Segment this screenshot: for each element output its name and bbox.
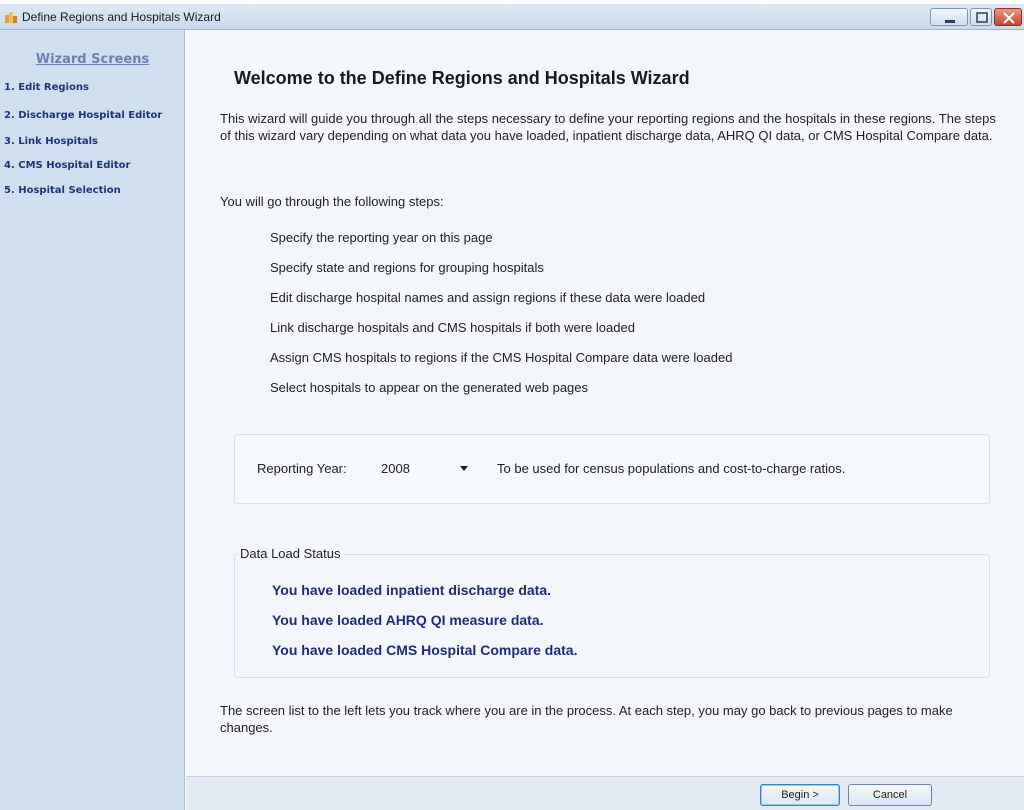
step-item: Assign CMS hospitals to regions if the C… — [270, 350, 733, 365]
sidebar-heading[interactable]: Wizard Screens — [0, 52, 185, 67]
minimize-button[interactable] — [930, 8, 968, 26]
footer-note: The screen list to the left lets you tra… — [220, 703, 953, 735]
reporting-year-panel: Reporting Year: 2008 To be used for cens… — [234, 434, 990, 504]
window-title: Define Regions and Hospitals Wizard — [22, 10, 221, 24]
app-icon — [4, 10, 18, 24]
button-bar: Begin > Cancel — [186, 776, 1024, 810]
reporting-year-select[interactable]: 2008 — [375, 455, 477, 481]
begin-button[interactable]: Begin > — [760, 784, 840, 806]
data-load-status-group: Data Load Status You have loaded inpatie… — [234, 546, 990, 678]
wizard-content: Welcome to the Define Regions and Hospit… — [186, 30, 1024, 776]
steps-intro: You will go through the following steps: — [220, 194, 444, 209]
reporting-year-value: 2008 — [381, 461, 410, 476]
intro-text: This wizard will guide you through all t… — [220, 111, 996, 143]
step-item: Edit discharge hospital names and assign… — [270, 290, 706, 305]
sidebar-item-hospital-selection[interactable]: 5. Hospital Selection — [4, 185, 182, 196]
close-icon — [1003, 12, 1015, 24]
close-button[interactable] — [994, 8, 1022, 26]
sidebar-item-cms-hospital-editor[interactable]: 4. CMS Hospital Editor — [4, 160, 182, 171]
sidebar-item-link-hospitals[interactable]: 3. Link Hospitals — [4, 136, 182, 147]
status-line: You have loaded AHRQ QI measure data. — [272, 612, 544, 628]
sidebar-item-edit-regions[interactable]: 1. Edit Regions — [4, 82, 182, 93]
step-item: Link discharge hospitals and CMS hospita… — [270, 320, 635, 335]
data-load-status-legend: Data Load Status — [238, 546, 343, 561]
maximize-button[interactable] — [970, 8, 992, 26]
reporting-year-label: Reporting Year: — [257, 461, 347, 476]
minimize-icon — [945, 20, 955, 23]
wizard-sidebar: Wizard Screens 1. Edit Regions 2. Discha… — [0, 30, 185, 810]
maximize-icon — [976, 12, 988, 23]
chevron-down-icon — [460, 466, 468, 471]
sidebar-item-discharge-hospital-editor[interactable]: 2. Discharge Hospital Editor — [4, 110, 182, 121]
status-line: You have loaded inpatient discharge data… — [272, 582, 552, 598]
step-item: Specify the reporting year on this page — [270, 230, 493, 245]
title-bar[interactable]: Define Regions and Hospitals Wizard — [0, 4, 1024, 30]
cancel-button[interactable]: Cancel — [848, 784, 932, 806]
reporting-year-note: To be used for census populations and co… — [497, 461, 846, 476]
step-item: Select hospitals to appear on the genera… — [270, 380, 589, 395]
status-line: You have loaded CMS Hospital Compare dat… — [272, 642, 578, 658]
page-title: Welcome to the Define Regions and Hospit… — [234, 68, 690, 88]
step-item: Specify state and regions for grouping h… — [270, 260, 544, 275]
